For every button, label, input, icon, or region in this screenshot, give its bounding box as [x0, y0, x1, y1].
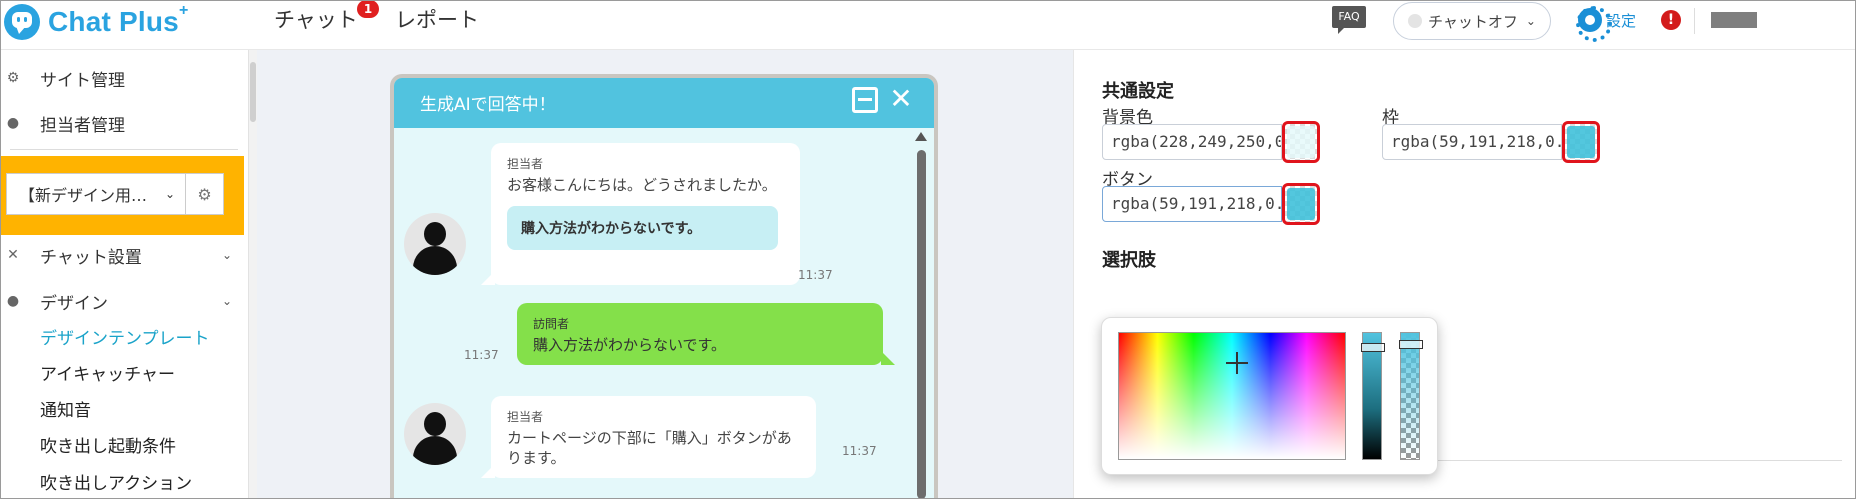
sidebar: ⚙ サイト管理 ● 担当者管理 【新デザイン用… ⌄ ⚙ ✕ チャット設置 ⌄ … [0, 50, 248, 499]
operator-message-bubble: 担当者 カートページの下部に「購入」ボタンがあります。 [481, 396, 816, 478]
sidebar-subitem-balloon-trigger[interactable]: 吹き出し起動条件 [40, 432, 176, 457]
scroll-up-arrow-icon[interactable] [915, 132, 927, 141]
sidebar-subitem-notification-sound[interactable]: 通知音 [40, 396, 91, 421]
chat-widget-preview: 生成AIで回答中！ ✕ 担当者 お客様こんにちは。どうされましたか。 購入方法が… [394, 78, 934, 499]
sidebar-item-site-management[interactable]: ⚙ サイト管理 [0, 63, 248, 93]
palette-icon: ● [6, 293, 20, 309]
hue-slider[interactable] [1361, 332, 1385, 460]
alert-icon[interactable]: ! [1661, 10, 1681, 30]
widget-scrollbar[interactable] [910, 128, 934, 499]
nav-report[interactable]: レポート [395, 4, 479, 34]
chat-status-label: チャットオフ [1428, 12, 1518, 31]
chevron-down-icon: ⌄ [164, 187, 175, 201]
scroll-thumb[interactable] [917, 150, 926, 499]
section-heading-choices: 選択肢 [1102, 250, 1156, 271]
sidebar-item-label: 担当者管理 [40, 115, 125, 136]
status-dot-icon [1408, 14, 1422, 28]
site-settings-gear-icon[interactable]: ⚙ [186, 173, 224, 215]
chat-notification-badge: 1 [357, 0, 379, 18]
chevron-down-icon: ⌄ [221, 294, 232, 308]
operator-avatar [404, 213, 466, 275]
color-picker-popup [1101, 317, 1438, 475]
chat-plus-logo[interactable]: Chat Plus+ [4, 2, 189, 40]
nav-chat[interactable]: チャット [274, 4, 358, 34]
user-gear-icon: ● [6, 115, 20, 131]
message-sender: 訪問者 [533, 317, 570, 331]
background-color-swatch[interactable] [1282, 121, 1320, 163]
widget-preview-area: 生成AIで回答中！ ✕ 担当者 お客様こんにちは。どうされましたか。 購入方法が… [257, 50, 1073, 499]
sidebar-item-label: サイト管理 [40, 70, 125, 91]
message-text: カートページの下部に「購入」ボタンがあります。 [507, 429, 792, 467]
message-sender: 担当者 [507, 157, 544, 171]
user-name-redacted[interactable] [1711, 12, 1757, 28]
visitor-message-bubble: 訪問者 購入方法がわからないです。 [517, 303, 895, 365]
operator-message-bubble: 担当者 お客様こんにちは。どうされましたか。 購入方法がわからないです。 [481, 143, 800, 285]
gear-icon: ⚙ [6, 70, 20, 86]
sidebar-scrollbar[interactable] [248, 50, 257, 499]
saturation-value-area[interactable] [1118, 332, 1346, 460]
widget-header: 生成AIで回答中！ ✕ [394, 78, 934, 128]
message-time: 11:37 [798, 268, 833, 282]
chevron-down-icon: ⌄ [221, 248, 232, 262]
choice-option-button[interactable]: 購入方法がわからないです。 [507, 206, 778, 250]
alpha-slider-handle[interactable] [1399, 340, 1423, 349]
sidebar-item-staff-management[interactable]: ● 担当者管理 [0, 108, 248, 138]
settings-button[interactable]: 設定 [1576, 6, 1636, 42]
divider [10, 149, 238, 150]
chat-status-dropdown[interactable]: チャットオフ ⌄ [1393, 2, 1551, 40]
color-crosshair-icon[interactable] [1226, 352, 1248, 374]
site-select-value: 【新デザイン用… [19, 186, 148, 205]
widget-title: 生成AIで回答中！ [420, 95, 556, 115]
border-color-input[interactable]: rgba(59,191,218,0.88 [1382, 124, 1562, 160]
button-color-swatch[interactable] [1282, 183, 1320, 225]
close-icon[interactable]: ✕ [886, 84, 916, 114]
site-select-dropdown[interactable]: 【新デザイン用… ⌄ [6, 173, 186, 215]
sidebar-subitem-design-template[interactable]: デザインテンプレート [40, 324, 210, 349]
message-text: お客様こんにちは。どうされましたか。 [507, 176, 777, 194]
message-time: 11:37 [464, 348, 499, 362]
operator-avatar [404, 403, 466, 465]
sidebar-item-label: デザイン [40, 293, 108, 314]
divider [1694, 8, 1695, 34]
tools-icon: ✕ [7, 247, 19, 263]
sidebar-subitem-balloon-action[interactable]: 吹き出しアクション [40, 469, 192, 494]
border-color-swatch[interactable] [1562, 121, 1600, 163]
message-text: 購入方法がわからないです。 [533, 336, 727, 354]
logo-text: Chat Plus+ [48, 2, 189, 37]
button-color-input[interactable]: rgba(59,191,218,0.88 [1102, 186, 1282, 222]
background-color-input[interactable]: rgba(228,249,250,0.8 [1102, 124, 1282, 160]
sidebar-subitem-eye-catcher[interactable]: アイキャッチャー [40, 360, 175, 385]
sidebar-item-chat-installation[interactable]: ✕ チャット設置 ⌄ [0, 240, 248, 270]
chat-bubble-logo-icon [4, 4, 40, 40]
sidebar-item-design[interactable]: ● デザイン ⌄ [0, 286, 248, 316]
minimize-icon[interactable] [852, 87, 878, 113]
gear-icon [1576, 6, 1612, 42]
chevron-down-icon: ⌄ [1525, 14, 1536, 28]
sidebar-item-label: チャット設置 [40, 247, 142, 268]
section-heading-common: 共通設定 [1102, 81, 1174, 102]
message-sender: 担当者 [507, 410, 544, 424]
alpha-slider[interactable] [1399, 332, 1423, 460]
message-time: 11:37 [842, 444, 877, 458]
site-selector-panel: 【新デザイン用… ⌄ ⚙ [0, 156, 244, 235]
faq-icon[interactable]: FAQ [1332, 6, 1366, 34]
top-bar: Chat Plus+ チャット 1 レポート FAQ チャットオフ ⌄ 設定 ! [0, 0, 1856, 50]
hue-slider-handle[interactable] [1361, 343, 1385, 352]
